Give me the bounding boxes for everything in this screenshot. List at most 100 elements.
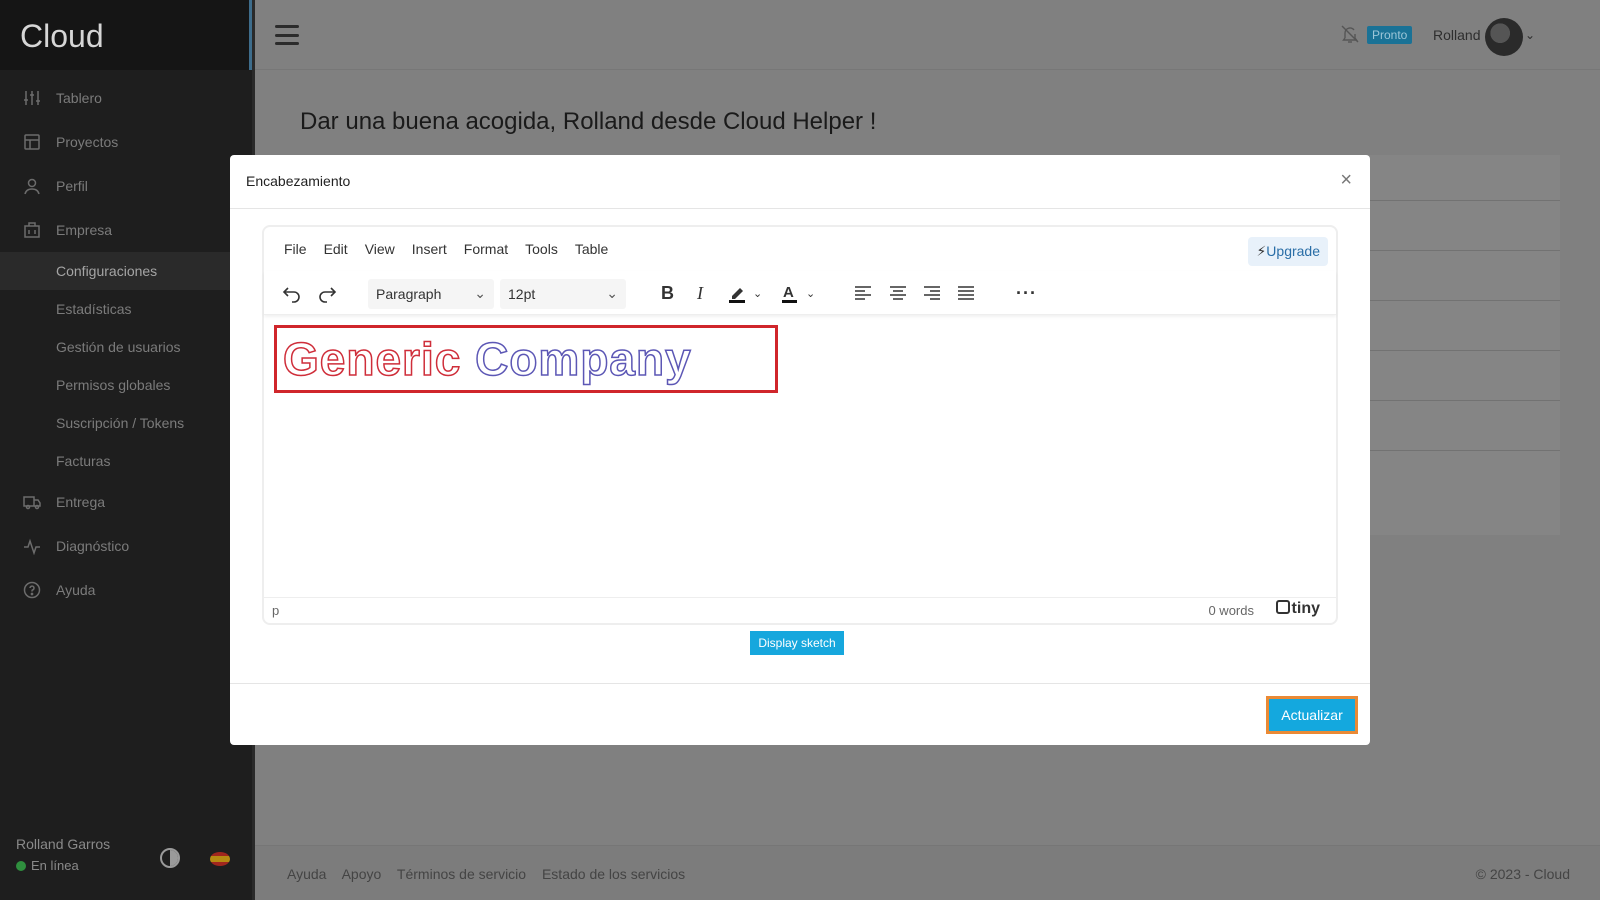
help-icon	[22, 580, 42, 600]
update-button[interactable]: Actualizar	[1266, 696, 1358, 734]
menu-insert[interactable]: Insert	[412, 241, 447, 257]
chevron-down-icon: ⌄	[806, 287, 816, 300]
menu-table[interactable]: Table	[575, 241, 608, 257]
sidebar-user-name: Rolland Garros	[16, 836, 111, 852]
background-card	[1340, 155, 1560, 535]
hamburger-menu-icon[interactable]	[275, 25, 299, 45]
modal-dialog: Encabezamiento × File Edit View Insert F…	[230, 155, 1370, 745]
sidebar-item-proyectos[interactable]: Proyectos	[0, 120, 252, 164]
spain-flag-icon[interactable]	[210, 852, 230, 866]
align-center-icon[interactable]	[889, 271, 907, 315]
sliders-icon	[22, 88, 42, 108]
user-icon	[22, 176, 42, 196]
sidebar-item-entrega[interactable]: Entrega	[0, 480, 252, 524]
sidebar-item-empresa[interactable]: Empresa	[0, 208, 252, 252]
svg-text:A: A	[783, 284, 794, 301]
divider	[1340, 450, 1560, 451]
menu-format[interactable]: Format	[464, 241, 508, 257]
modal-title: Encabezamiento	[246, 173, 351, 189]
upgrade-button[interactable]: ⚡Upgrade	[1248, 237, 1328, 266]
italic-icon[interactable]: I	[697, 271, 703, 315]
contrast-toggle-icon[interactable]	[160, 848, 180, 868]
truck-icon	[22, 492, 42, 512]
divider	[1340, 300, 1560, 301]
topbar: Pronto Rolland ⌄	[255, 0, 1600, 70]
online-status-label: En línea	[31, 858, 79, 873]
sidebar-item-perfil[interactable]: Perfil	[0, 164, 252, 208]
modal-footer: Actualizar	[230, 683, 1370, 745]
sidebar-item-label: Proyectos	[56, 134, 119, 150]
sidebar-item-label: Diagnóstico	[56, 538, 130, 554]
editor-statusbar: p 0 words tiny	[264, 597, 1336, 623]
sidebar-item-label: Tablero	[56, 90, 102, 106]
sidebar-item-ayuda[interactable]: Ayuda	[0, 568, 252, 612]
logo-word-2: Company	[474, 332, 692, 386]
highlight-color-icon[interactable]: ⌄	[727, 271, 762, 315]
sidebar-footer: Rolland Garros En línea	[0, 820, 252, 900]
footer-link-apoyo[interactable]: Apoyo	[342, 866, 382, 882]
tiny-logo-icon	[1275, 600, 1290, 614]
footer-link-ayuda[interactable]: Ayuda	[287, 866, 326, 882]
layout-icon	[22, 132, 42, 152]
pronto-badge: Pronto	[1367, 26, 1413, 44]
bold-icon[interactable]: B	[661, 271, 674, 315]
sidebar-subitem-estadisticas[interactable]: Estadísticas	[0, 290, 252, 328]
sidebar-subitem-configuraciones[interactable]: Configuraciones	[0, 252, 252, 290]
chevron-down-icon: ⌄	[606, 285, 618, 301]
modal-header: Encabezamiento ×	[230, 155, 1370, 209]
editor-toolbar: Paragraph ⌄ 12pt ⌄ B I ⌄ A ⌄ ···	[264, 271, 1336, 315]
word-count[interactable]: 0 words	[1208, 603, 1254, 618]
sidebar-subitem-suscripcion[interactable]: Suscripción / Tokens	[0, 404, 252, 442]
sidebar-item-label: Entrega	[56, 494, 106, 510]
block-format-select[interactable]: Paragraph ⌄	[368, 279, 494, 309]
redo-icon[interactable]	[317, 271, 337, 315]
sidebar-subitem-gestion-usuarios[interactable]: Gestión de usuarios	[0, 328, 252, 366]
company-logo-image[interactable]: Generic Company	[274, 325, 778, 393]
sidebar-item-tablero[interactable]: Tablero	[0, 76, 252, 120]
menu-edit[interactable]: Edit	[324, 241, 348, 257]
block-format-value: Paragraph	[376, 286, 442, 302]
copyright: © 2023 - Cloud	[1475, 866, 1570, 882]
page-title: Dar una buena acogida, Rolland desde Clo…	[300, 108, 877, 135]
font-size-select[interactable]: 12pt ⌄	[500, 279, 626, 309]
align-right-icon[interactable]	[923, 271, 941, 315]
sidebar-item-label: Perfil	[56, 178, 88, 194]
undo-icon[interactable]	[282, 271, 302, 315]
text-color-icon[interactable]: A ⌄	[780, 271, 815, 315]
menu-view[interactable]: View	[365, 241, 395, 257]
activity-icon	[22, 536, 42, 556]
lightning-icon: ⚡	[1256, 243, 1267, 259]
footer-link-terminos[interactable]: Términos de servicio	[397, 866, 526, 882]
footer-link-estado[interactable]: Estado de los servicios	[542, 866, 685, 882]
editor-content-area[interactable]: Generic Company	[264, 315, 1336, 593]
divider	[1340, 250, 1560, 251]
avatar[interactable]	[1485, 18, 1523, 56]
tiny-brand-logo[interactable]: tiny	[1275, 600, 1320, 618]
rich-text-editor: File Edit View Insert Format Tools Table…	[262, 225, 1338, 625]
chevron-down-icon[interactable]: ⌄	[1525, 28, 1535, 42]
sidebar-item-label: Ayuda	[56, 582, 96, 598]
sidebar-subitem-facturas[interactable]: Facturas	[0, 442, 252, 480]
building-icon	[22, 220, 42, 240]
topbar-user-name[interactable]: Rolland	[1433, 27, 1480, 43]
close-icon[interactable]: ×	[1340, 169, 1352, 192]
sidebar-subitem-permisos-globales[interactable]: Permisos globales	[0, 366, 252, 404]
element-path[interactable]: p	[272, 603, 279, 618]
sidebar-item-diagnostico[interactable]: Diagnóstico	[0, 524, 252, 568]
menu-file[interactable]: File	[284, 241, 307, 257]
brand-logo: Cloud	[0, 0, 252, 70]
menu-tools[interactable]: Tools	[525, 241, 558, 257]
online-status: En línea	[16, 858, 236, 873]
chevron-down-icon: ⌄	[753, 287, 763, 300]
align-justify-icon[interactable]	[957, 271, 975, 315]
display-sketch-button[interactable]: Display sketch	[750, 631, 844, 655]
online-dot-icon	[16, 860, 26, 871]
font-size-value: 12pt	[508, 286, 536, 302]
more-icon[interactable]: ···	[1016, 271, 1037, 315]
align-left-icon[interactable]	[854, 271, 872, 315]
editor-menubar: File Edit View Insert Format Tools Table	[264, 227, 1336, 271]
tiny-brand-label: tiny	[1291, 600, 1320, 617]
upgrade-label: Upgrade	[1266, 243, 1320, 259]
bell-off-icon[interactable]	[1340, 24, 1360, 44]
sidebar-item-label: Empresa	[56, 222, 113, 238]
